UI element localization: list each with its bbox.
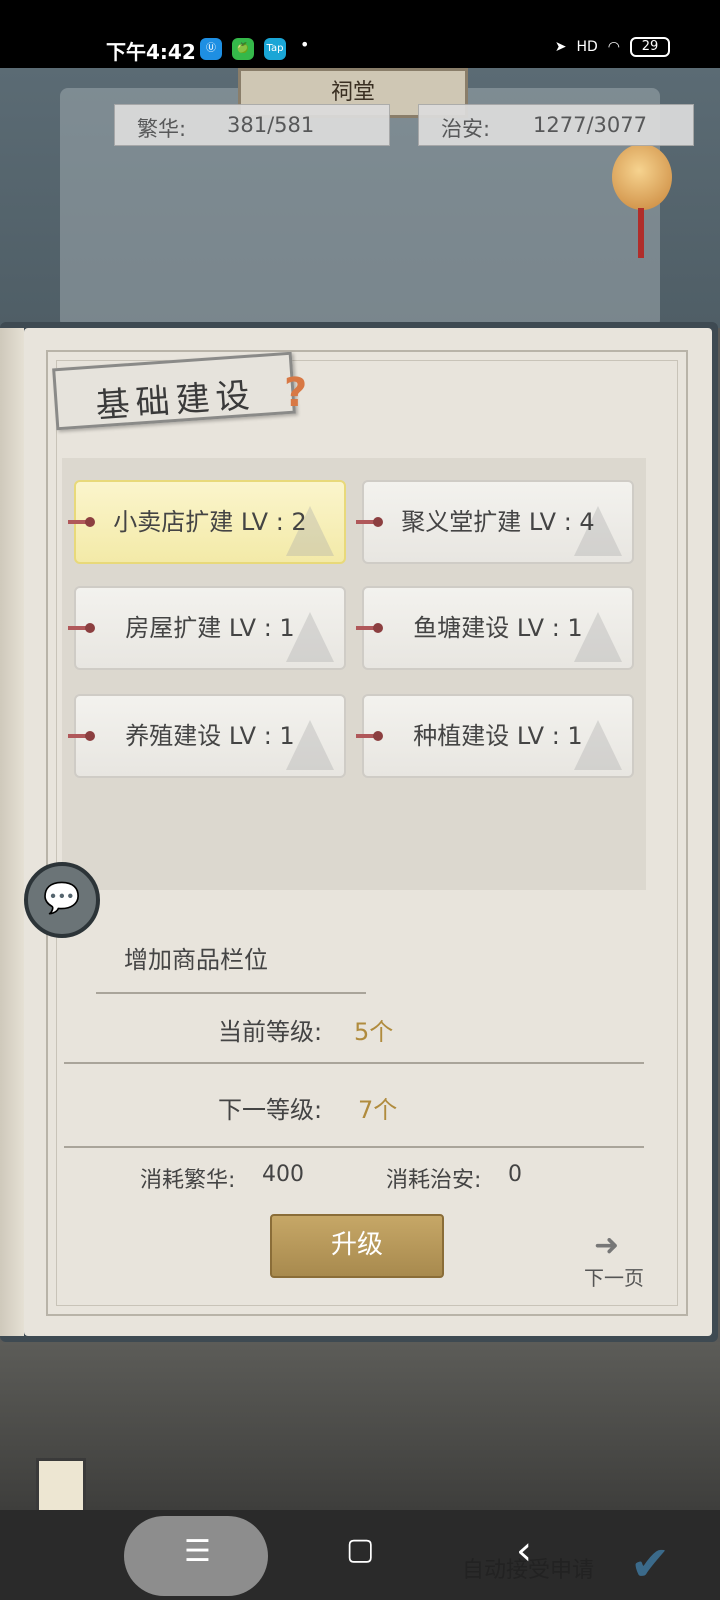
divider [96, 992, 366, 994]
auto-accept-label: 自动接受申请 [462, 1558, 595, 1583]
current-level-label: 当前等级: [218, 1018, 323, 1046]
build-card-planting[interactable]: 种植建设 LV : 1 [356, 694, 634, 778]
app-notification-icon: 🍏 [232, 38, 254, 60]
upgrade-description: 增加商品栏位 [124, 946, 268, 974]
tap-notification-icon: Tap [264, 38, 286, 60]
location-icon: ➤ [554, 39, 567, 55]
bottom-scene [0, 1342, 720, 1510]
divider [64, 1062, 644, 1064]
pin-icon [68, 623, 95, 633]
pin-icon [356, 517, 383, 527]
prosperity-stat: 繁华: 381/581 [114, 104, 390, 146]
build-card-label: 种植建设 LV : 1 [413, 722, 583, 750]
check-icon[interactable]: ✔ [630, 1536, 670, 1592]
build-card-label: 房屋扩建 LV : 1 [125, 614, 295, 642]
build-card-hall[interactable]: 聚义堂扩建 LV : 4 [356, 480, 634, 564]
divider [64, 1146, 644, 1148]
book-page: 基础建设 ? 小卖店扩建 LV : 2 聚义堂扩建 LV : 4 房屋扩建 LV… [24, 328, 712, 1336]
prosperity-label: 繁华: [137, 117, 187, 141]
current-level-value: 5个 [354, 1018, 394, 1046]
wifi-icon: ◠ [607, 39, 620, 55]
building-grid: 小卖店扩建 LV : 2 聚义堂扩建 LV : 4 房屋扩建 LV : 1 鱼塘… [62, 458, 646, 890]
status-dot: • [300, 35, 310, 54]
signal-icon: HD [576, 39, 598, 55]
lantern-tassel [638, 208, 644, 258]
prosperity-value: 381/581 [227, 113, 315, 137]
status-bar: 下午4:42 Ⓤ 🍏 Tap • ➤ HD ◠ 29 [0, 0, 720, 68]
cost-prosperity-value: 400 [262, 1162, 304, 1187]
pin-icon [68, 731, 95, 741]
next-page-label: 下一页 [584, 1266, 644, 1290]
lantern-icon [612, 144, 672, 210]
build-card-label: 聚义堂扩建 LV : 4 [401, 508, 595, 536]
pin-icon [356, 623, 383, 633]
cost-security-value: 0 [508, 1162, 522, 1187]
chat-icon[interactable]: 💬 [24, 862, 100, 938]
status-time: 下午4:42 [106, 40, 196, 64]
construction-panel: 基础建设 ? 小卖店扩建 LV : 2 聚义堂扩建 LV : 4 房屋扩建 LV… [0, 322, 718, 1342]
cost-security-label: 消耗治安: [386, 1168, 482, 1193]
app-notification-icon: Ⓤ [200, 38, 222, 60]
battery-icon: 29 [630, 37, 670, 57]
book-spine [0, 328, 24, 1336]
build-card-label: 养殖建设 LV : 1 [125, 722, 295, 750]
home-icon[interactable]: ▢ [346, 1532, 374, 1567]
build-card-shop[interactable]: 小卖店扩建 LV : 2 [68, 480, 346, 564]
build-card-label: 小卖店扩建 LV : 2 [113, 508, 307, 536]
navigation-bar: ☰ ▢ ‹ [0, 1510, 720, 1600]
security-value: 1277/3077 [533, 113, 647, 137]
build-card-fishpond[interactable]: 鱼塘建设 LV : 1 [356, 586, 634, 670]
pin-icon [356, 731, 383, 741]
upgrade-button[interactable]: 升级 [270, 1214, 444, 1278]
build-card-breeding[interactable]: 养殖建设 LV : 1 [68, 694, 346, 778]
status-indicators: ➤ HD ◠ 29 [555, 37, 670, 57]
pin-icon [68, 517, 95, 527]
build-card-house[interactable]: 房屋扩建 LV : 1 [68, 586, 346, 670]
build-card-label: 鱼塘建设 LV : 1 [413, 614, 583, 642]
security-stat: 治安: 1277/3077 [418, 104, 694, 146]
next-level-label: 下一等级: [218, 1096, 323, 1124]
menu-icon[interactable]: ☰ [184, 1534, 211, 1569]
next-level-value: 7个 [358, 1096, 398, 1124]
security-label: 治安: [441, 117, 491, 141]
cost-prosperity-label: 消耗繁华: [140, 1168, 236, 1193]
next-page-button[interactable]: ➜ 下一页 [584, 1228, 664, 1290]
arrow-right-icon: ➜ [594, 1228, 620, 1263]
help-icon[interactable]: ? [284, 370, 307, 416]
